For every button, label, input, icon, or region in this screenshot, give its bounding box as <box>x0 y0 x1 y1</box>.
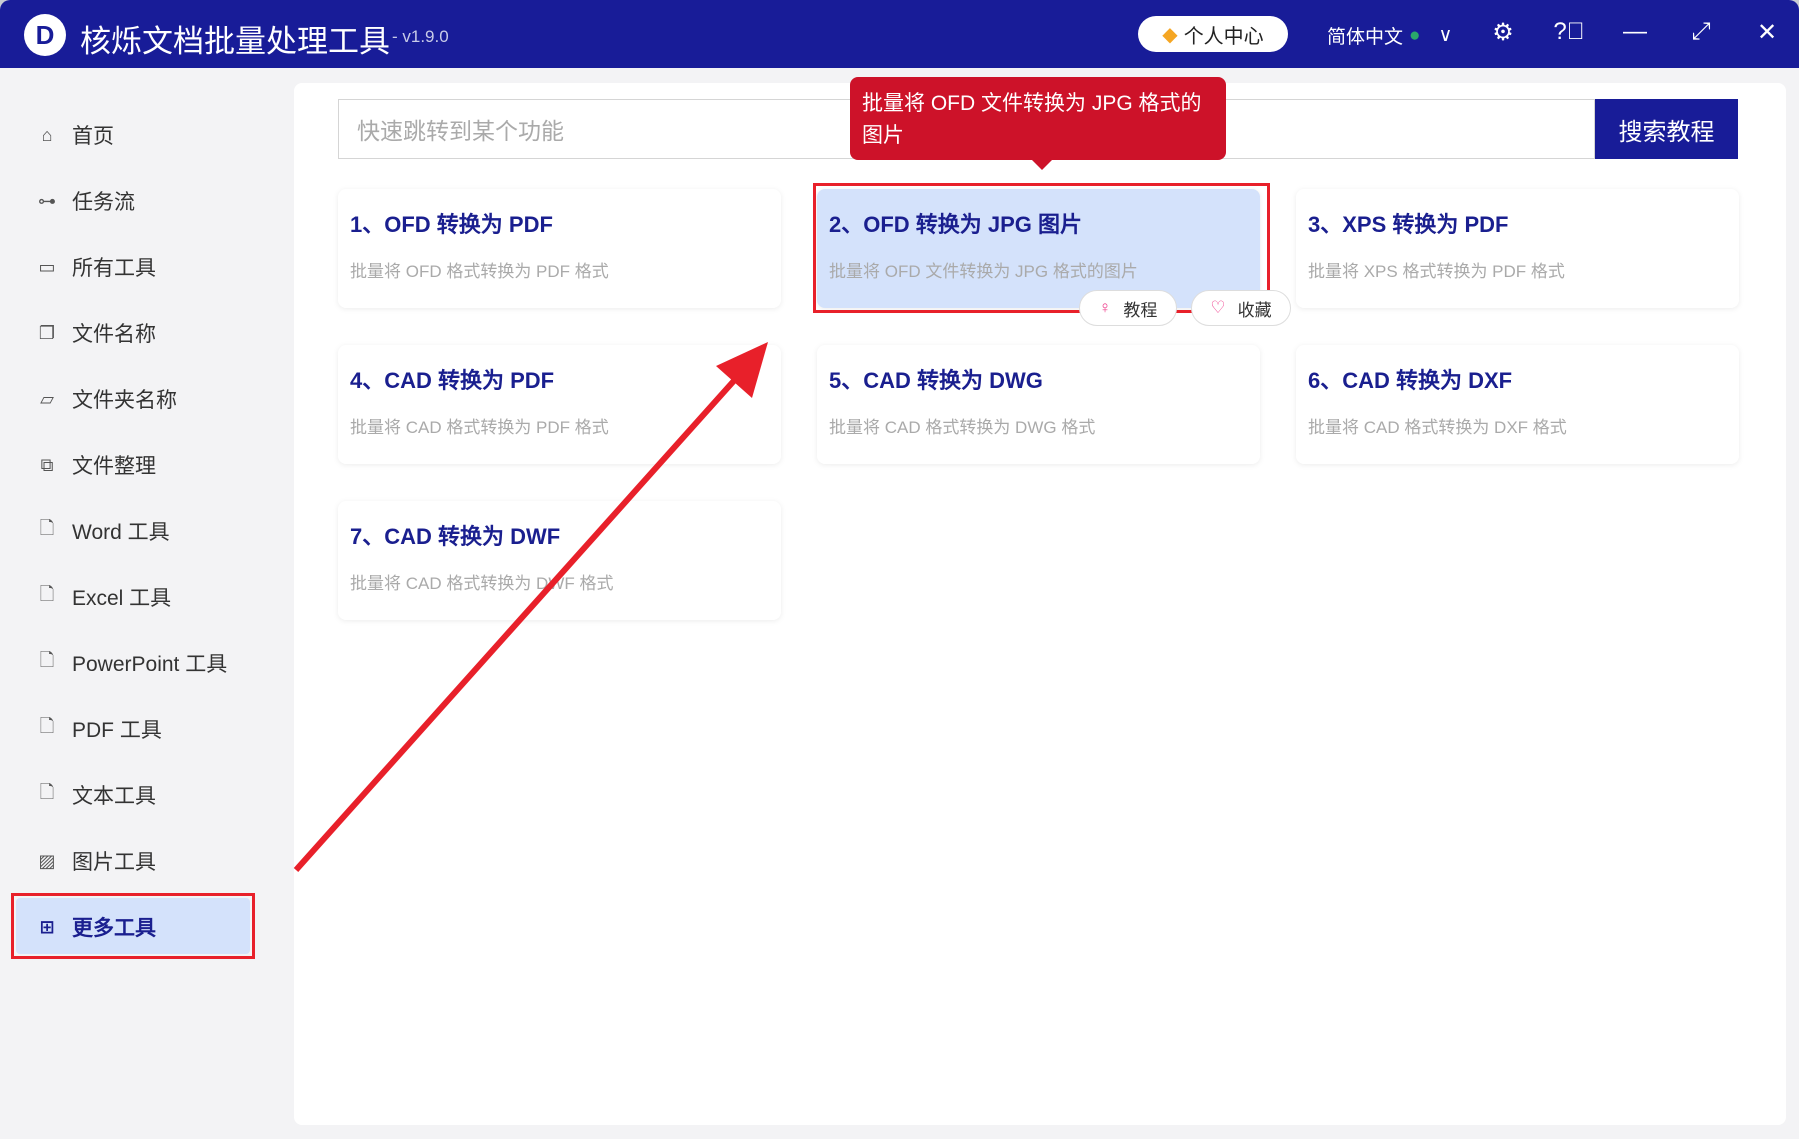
app-window: D 核烁文档批量处理工具 - v1.9.0 ◆ 个人中心 简体中文 ● ∨ ⚙ ?⃝ … <box>0 0 1799 1139</box>
sidebar-item-label: 图片工具 <box>72 851 156 874</box>
sidebar-item-label: 所有工具 <box>72 257 156 280</box>
app-version: - v1.9.0 <box>392 27 449 46</box>
app-logo: D <box>24 14 66 56</box>
tool-card[interactable]: 5、CAD 转换为 DWG 批量将 CAD 格式转换为 DWG 格式 <box>817 345 1260 464</box>
favorite-button[interactable]: ♡ 收藏 <box>1191 290 1291 326</box>
card-desc: 批量将 OFD 格式转换为 PDF 格式 <box>350 262 609 281</box>
heart-icon: ♡ <box>1210 298 1226 317</box>
title-bar: D 核烁文档批量处理工具 - v1.9.0 ◆ 个人中心 简体中文 ● ∨ ⚙ ?⃝ … <box>0 0 1799 68</box>
close-icon[interactable]: ✕ <box>1751 18 1783 47</box>
sidebar-item-1[interactable]: ⊶ 任务流 <box>36 181 135 221</box>
tutorial-button[interactable]: ♀ 教程 <box>1079 290 1177 326</box>
sidebar-item-10[interactable]: 🗋 文本工具 <box>36 775 156 815</box>
card-title: 6、CAD 转换为 DXF <box>1308 368 1513 393</box>
workflow-icon: ⊶ <box>38 190 56 211</box>
sidebar-item-label: 文本工具 <box>72 785 156 808</box>
tool-card[interactable]: 3、XPS 转换为 PDF 批量将 XPS 格式转换为 PDF 格式 <box>1296 189 1739 308</box>
annotation-box-sidebar <box>11 893 255 959</box>
card-title: 7、CAD 转换为 DWF <box>350 524 561 549</box>
word-icon: 🗋 <box>39 518 55 538</box>
sidebar-item-label: Word 工具 <box>72 521 170 544</box>
card-title: 3、XPS 转换为 PDF <box>1308 212 1509 237</box>
tool-card[interactable]: 7、CAD 转换为 DWF 批量将 CAD 格式转换为 DWF 格式 <box>338 501 781 620</box>
search-placeholder: 快速跳转到某个功能 <box>357 118 564 144</box>
language-select[interactable]: 简体中文 ● ∨ <box>1327 22 1452 49</box>
sidebar-item-8[interactable]: 🗋 PowerPoint 工具 <box>36 643 227 683</box>
sidebar-item-3[interactable]: ❐ 文件名称 <box>36 313 156 353</box>
tool-card[interactable]: 6、CAD 转换为 DXF 批量将 CAD 格式转换为 DXF 格式 <box>1296 345 1739 464</box>
monitor-icon: ▭ <box>38 256 56 277</box>
language-label: 简体中文 <box>1327 27 1404 48</box>
card-desc: 批量将 XPS 格式转换为 PDF 格式 <box>1308 262 1565 281</box>
tool-card[interactable]: 1、OFD 转换为 PDF 批量将 OFD 格式转换为 PDF 格式 <box>338 189 781 308</box>
card-desc: 批量将 CAD 格式转换为 DWG 格式 <box>829 418 1096 437</box>
sidebar-item-label: 文件名称 <box>72 323 156 346</box>
sidebar-item-label: Excel 工具 <box>72 587 172 610</box>
card-title: 5、CAD 转换为 DWG <box>829 368 1043 393</box>
favorite-label: 收藏 <box>1237 300 1272 320</box>
sidebar-item-6[interactable]: 🗋 Word 工具 <box>36 511 170 551</box>
personal-center-label: 个人中心 <box>1183 25 1264 48</box>
ppt-icon: 🗋 <box>39 650 55 670</box>
file-icon: ❐ <box>38 322 56 343</box>
card-desc: 批量将 CAD 格式转换为 DWF 格式 <box>350 574 614 593</box>
sidebar-item-0[interactable]: ⌂ 首页 <box>36 115 114 155</box>
sidebar-item-label: PowerPoint 工具 <box>72 653 228 676</box>
bulb-icon: ♀ <box>1098 298 1112 317</box>
sidebar-item-label: 文件整理 <box>72 455 156 478</box>
card-desc: 批量将 CAD 格式转换为 DXF 格式 <box>1308 418 1567 437</box>
organize-icon: ⧉ <box>40 454 54 475</box>
search-tutorial-button[interactable]: 搜索教程 <box>1595 99 1738 159</box>
tooltip: 批量将 OFD 文件转换为 JPG 格式的图片 <box>850 77 1226 170</box>
card-title: 1、OFD 转换为 PDF <box>350 212 553 237</box>
sidebar-item-11[interactable]: ▨ 图片工具 <box>36 841 156 881</box>
tool-card[interactable]: 4、CAD 转换为 PDF 批量将 CAD 格式转换为 PDF 格式 <box>338 345 781 464</box>
image-icon: ▨ <box>38 850 56 871</box>
sidebar-item-4[interactable]: ▱ 文件夹名称 <box>36 379 177 419</box>
sidebar-item-5[interactable]: ⧉ 文件整理 <box>36 445 156 485</box>
sidebar-item-label: 任务流 <box>72 191 135 214</box>
card-title: 4、CAD 转换为 PDF <box>350 368 555 393</box>
chevron-down-icon: ∨ <box>1438 25 1453 46</box>
excel-icon: 🗋 <box>39 584 55 604</box>
pdf-icon: 🗋 <box>39 716 55 736</box>
help-icon[interactable]: ?⃝ <box>1553 18 1585 46</box>
globe-icon: ● <box>1409 24 1421 46</box>
personal-center-button[interactable]: ◆ 个人中心 <box>1138 16 1288 52</box>
home-icon: ⌂ <box>41 124 53 145</box>
sidebar-item-2[interactable]: ▭ 所有工具 <box>36 247 156 287</box>
sidebar-item-9[interactable]: 🗋 PDF 工具 <box>36 709 162 749</box>
tutorial-label: 教程 <box>1123 300 1158 320</box>
sidebar-item-7[interactable]: 🗋 Excel 工具 <box>36 577 171 617</box>
app-title: 核烁文档批量处理工具 <box>80 24 390 59</box>
maximize-icon[interactable]: ⤢ <box>1685 18 1717 46</box>
card-desc: 批量将 CAD 格式转换为 PDF 格式 <box>350 418 609 437</box>
folder-icon: ▱ <box>40 388 54 409</box>
minimize-icon[interactable]: — <box>1619 18 1651 46</box>
settings-icon[interactable]: ⚙ <box>1487 18 1519 47</box>
sidebar-item-label: PDF 工具 <box>72 719 162 742</box>
text-icon: 🗋 <box>39 782 55 802</box>
diamond-icon: ◆ <box>1162 23 1178 46</box>
sidebar-item-label: 首页 <box>72 125 114 148</box>
sidebar-item-label: 文件夹名称 <box>72 389 177 412</box>
